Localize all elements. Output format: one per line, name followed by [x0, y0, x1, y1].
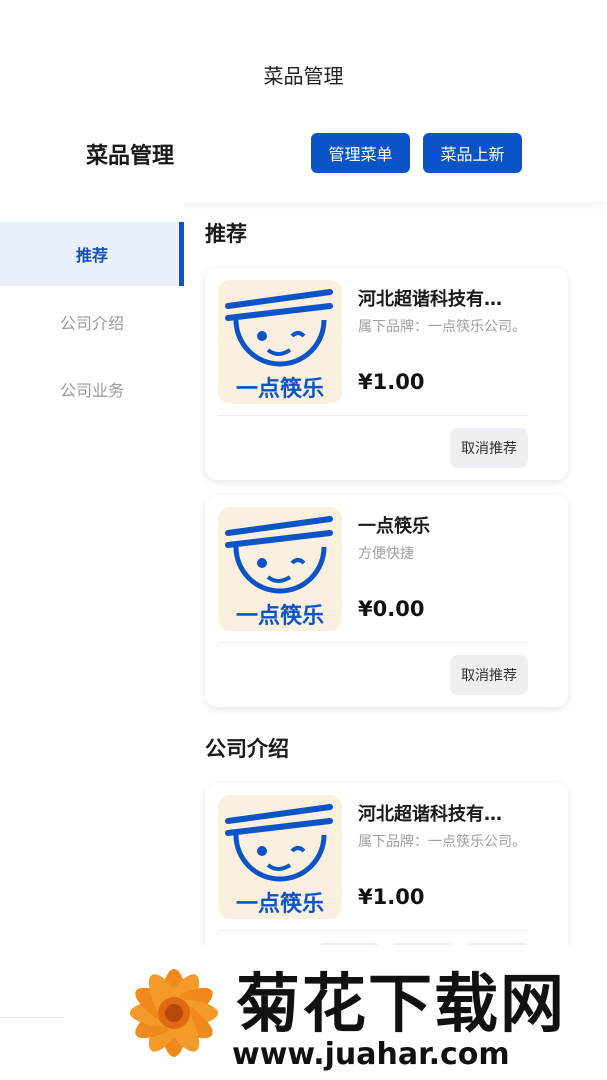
- chopsticks-face-logo-icon: 一点筷乐: [225, 289, 333, 402]
- card-divider: [218, 642, 528, 643]
- dish-card[interactable]: 一点筷乐 河北超谐科技有… 属下品牌：一点筷乐公司。 ¥1.00 取消推荐: [205, 268, 568, 480]
- orange-flower-icon: [130, 969, 218, 1057]
- app-title: 菜品管理: [263, 64, 344, 88]
- dish-card[interactable]: 一点筷乐 河北超谐科技有… 属下品牌：一点筷乐公司。 ¥1.00: [205, 783, 568, 963]
- watermark-url: www.juahar.com: [232, 1037, 510, 1072]
- dish-card[interactable]: 一点筷乐 一点筷乐 方便快捷 ¥0.00 取消推荐: [205, 495, 568, 707]
- dish-name: 河北超谐科技有…: [358, 289, 502, 310]
- svg-text:一点筷乐: 一点筷乐: [236, 891, 324, 917]
- dish-price: ¥0.00: [358, 597, 425, 621]
- page-title: 菜品管理: [86, 144, 175, 169]
- card-divider: [218, 415, 528, 416]
- dish-description: 方便快捷: [358, 546, 414, 562]
- svg-text:一点筷乐: 一点筷乐: [236, 376, 324, 402]
- cancel-recommend-button[interactable]: 取消推荐: [450, 428, 528, 468]
- svg-text:一点筷乐: 一点筷乐: [236, 603, 324, 629]
- sidebar-item-label: 推荐: [75, 246, 108, 265]
- add-new-dish-button[interactable]: 菜品上新: [423, 133, 522, 173]
- card-divider: [218, 930, 528, 931]
- watermark-banner: 菊花下载网 www.juahar.com: [0, 945, 607, 1080]
- dish-description: 属下品牌：一点筷乐公司。: [358, 319, 526, 335]
- sidebar-item-company-intro[interactable]: 公司介绍: [0, 290, 184, 354]
- page-header: 菜品管理 管理菜单 菜品上新: [0, 120, 607, 202]
- divider: [0, 1017, 64, 1018]
- sidebar-item-label: 公司介绍: [59, 314, 124, 333]
- dish-name: 一点筷乐: [358, 516, 430, 537]
- sidebar-item-label: 公司业务: [59, 381, 124, 400]
- sidebar-item-company-business[interactable]: 公司业务: [0, 357, 184, 421]
- dish-name: 河北超谐科技有…: [358, 804, 502, 825]
- chopsticks-face-logo-icon: 一点筷乐: [225, 516, 333, 629]
- dish-logo-image: 一点筷乐: [218, 795, 342, 919]
- manage-menu-button[interactable]: 管理菜单: [311, 133, 410, 173]
- section-title: 公司介绍: [205, 737, 289, 761]
- cancel-recommend-button[interactable]: 取消推荐: [450, 655, 528, 695]
- section-title: 推荐: [205, 222, 247, 246]
- watermark-title: 菊花下载网: [236, 968, 566, 1042]
- dish-logo-image: 一点筷乐: [218, 507, 342, 631]
- top-bar: 菜品管理: [0, 0, 607, 120]
- sidebar-item-recommend[interactable]: 推荐: [0, 222, 184, 286]
- dish-description: 属下品牌：一点筷乐公司。: [358, 834, 526, 850]
- dish-price: ¥1.00: [358, 370, 425, 394]
- chopsticks-face-logo-icon: 一点筷乐: [225, 804, 333, 917]
- category-sidebar: 推荐 公司介绍 公司业务: [0, 202, 184, 1002]
- dish-logo-image: 一点筷乐: [218, 280, 342, 404]
- dish-price: ¥1.00: [358, 885, 425, 909]
